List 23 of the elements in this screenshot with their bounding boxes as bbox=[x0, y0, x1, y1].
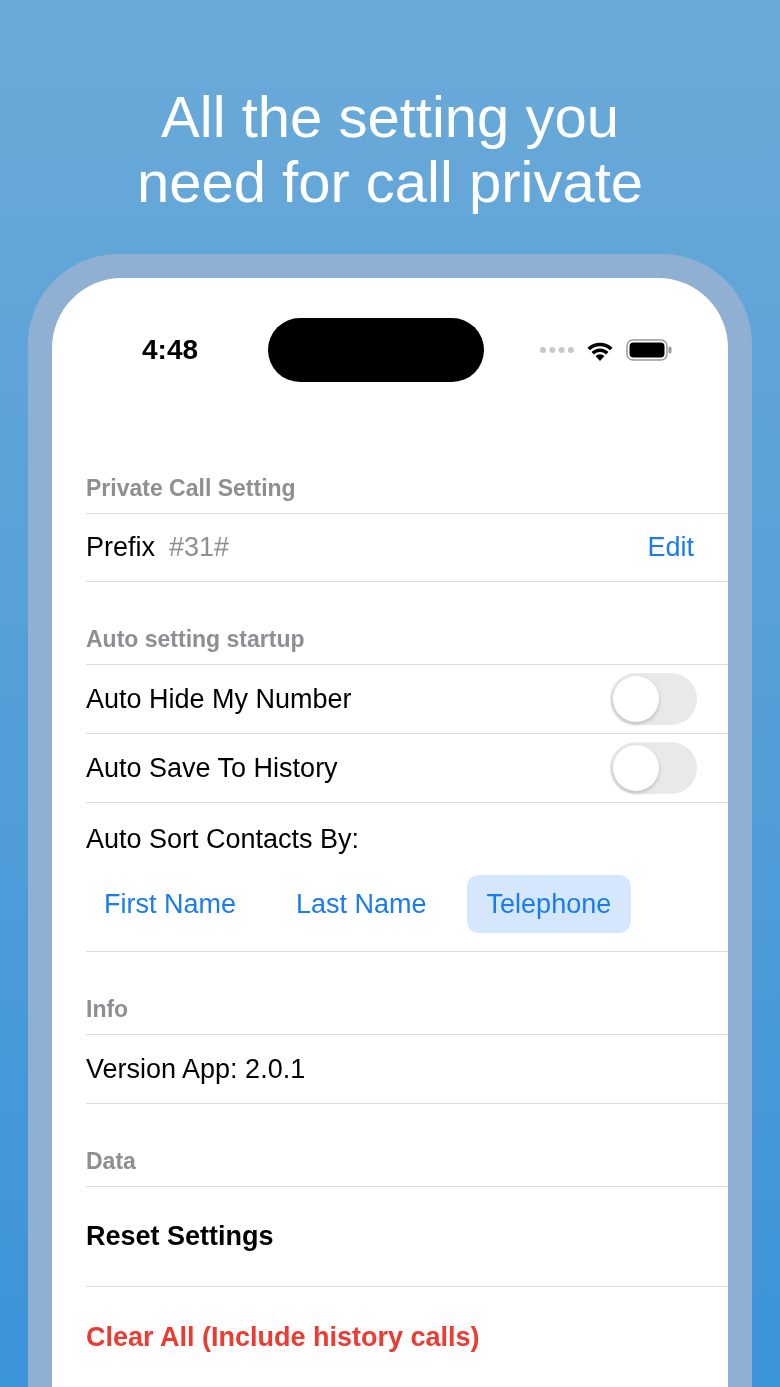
sort-option[interactable]: Telephone bbox=[466, 875, 632, 933]
headline: All the setting you bbox=[161, 84, 619, 149]
status-time: 4:48 bbox=[142, 333, 199, 367]
section-header: Private Call Setting bbox=[86, 473, 296, 503]
row-label: Auto Hide My Number bbox=[86, 682, 352, 716]
section-header: Auto setting startup bbox=[86, 624, 305, 654]
row-label: Auto Save To History bbox=[86, 751, 338, 785]
row-label: Version App: 2.0.1 bbox=[86, 1052, 306, 1086]
signal-dots-icon bbox=[540, 347, 574, 353]
sort-option[interactable]: Last Name bbox=[276, 875, 447, 933]
sort-option[interactable]: First Name bbox=[84, 875, 256, 933]
row-label: Prefix bbox=[86, 531, 156, 565]
clear-all-button[interactable]: Clear All (Include history calls) bbox=[86, 1316, 480, 1358]
battery-icon bbox=[626, 339, 672, 361]
headline: need for call private bbox=[136, 149, 644, 214]
section-header: Data bbox=[86, 1146, 136, 1176]
edit-button[interactable]: Edit bbox=[647, 527, 694, 568]
prefix-value: #31# bbox=[169, 531, 230, 565]
reset-button[interactable]: Reset Settings bbox=[86, 1216, 274, 1257]
toggle-switch[interactable] bbox=[610, 742, 697, 794]
row-label: Auto Sort Contacts By: bbox=[86, 822, 360, 856]
section-header: Info bbox=[86, 994, 129, 1024]
toggle-switch[interactable] bbox=[610, 673, 697, 725]
